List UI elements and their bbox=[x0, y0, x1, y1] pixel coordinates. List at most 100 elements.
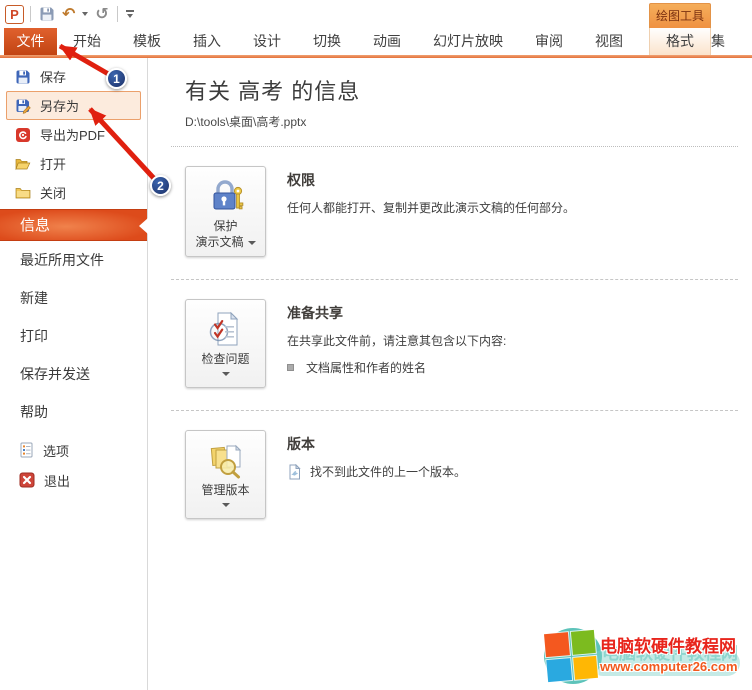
save-as-icon bbox=[16, 99, 31, 114]
dropdown-arrow-icon bbox=[221, 503, 230, 507]
dropdown-arrow-icon bbox=[247, 241, 256, 245]
check-issues-icon bbox=[207, 307, 245, 351]
chevron-down-icon bbox=[82, 12, 89, 16]
sidebar-item-label: 信息 bbox=[20, 217, 51, 234]
tab-transitions[interactable]: 切换 bbox=[297, 28, 357, 55]
section-permissions: 保护 演示文稿 权限 任何人都能打开、复制并更改此演示文稿的任何部分。 bbox=[185, 147, 738, 279]
backstage-view: 保存 另存为 导出为PDF 打开 关闭 信息 最近所用文件 新建 打印 保存并发… bbox=[0, 58, 752, 690]
sidebar-item-label: 退出 bbox=[44, 473, 71, 489]
undo-icon: ↶ bbox=[62, 4, 76, 23]
section-heading: 版本 bbox=[287, 436, 315, 452]
section-versions: 管理版本 版本 找不到此文件的上一个版本。 bbox=[185, 411, 738, 541]
page-title: 有关 高考 的信息 bbox=[185, 79, 361, 104]
qat-save-button[interactable] bbox=[37, 3, 57, 25]
section-heading: 权限 bbox=[287, 172, 315, 188]
sidebar-footer: 选项 退出 bbox=[0, 435, 147, 495]
sidebar-item-label: 保存 bbox=[40, 70, 67, 85]
tab-template[interactable]: 模板 bbox=[117, 28, 177, 55]
button-label: 检查问题 bbox=[201, 352, 250, 366]
sidebar-item-recent[interactable]: 最近所用文件 bbox=[0, 241, 147, 279]
options-icon bbox=[20, 442, 33, 458]
open-folder-icon bbox=[15, 158, 31, 170]
bullet-square-icon bbox=[287, 364, 294, 371]
divider bbox=[30, 6, 31, 22]
watermark-site-url: www.computer26.com bbox=[600, 659, 738, 675]
sidebar-item-help[interactable]: 帮助 bbox=[0, 393, 147, 431]
tab-format[interactable]: 格式 bbox=[649, 28, 711, 55]
save-icon bbox=[40, 7, 54, 21]
powerpoint-app-icon[interactable]: P bbox=[5, 4, 24, 24]
check-issues-button[interactable]: 检查问题 bbox=[185, 299, 266, 388]
protect-presentation-icon bbox=[207, 174, 245, 218]
manage-versions-icon bbox=[207, 438, 245, 482]
close-folder-icon bbox=[15, 187, 31, 198]
sidebar-item-new[interactable]: 新建 bbox=[0, 279, 147, 317]
qat-redo-button[interactable]: ↺ bbox=[93, 3, 110, 25]
info-pane: 有关 高考 的信息 D:\tools\桌面\高考.pptx 保护 演示文稿 权限… bbox=[148, 58, 752, 690]
callout-badge-1: 1 bbox=[106, 68, 127, 89]
sidebar-item-options[interactable]: 选项 bbox=[0, 435, 147, 465]
dropdown-arrow-icon bbox=[221, 372, 230, 376]
sidebar-item-open[interactable]: 打开 bbox=[6, 149, 141, 178]
section-body: 任何人都能打开、复制并更改此演示文稿的任何部分。 bbox=[287, 201, 576, 215]
watermark-logo: 电脑软硬件教程网 电脑软硬件教程网 www.computer26.com bbox=[538, 624, 750, 688]
tab-home[interactable]: 开始 bbox=[57, 28, 117, 55]
callout-badge-2: 2 bbox=[150, 175, 171, 196]
tab-animations[interactable]: 动画 bbox=[357, 28, 417, 55]
sidebar-item-label: 另存为 bbox=[40, 99, 80, 114]
section-text: 权限 任何人都能打开、复制并更改此演示文稿的任何部分。 bbox=[287, 166, 575, 257]
powerpoint-window: P ↶ ↺ 文件 开始 模板 插入 设计 切换 动画 幻灯片放映 审阅 视图 绘… bbox=[0, 0, 752, 690]
tab-slideshow[interactable]: 幻灯片放映 bbox=[417, 28, 519, 55]
tab-view[interactable]: 视图 bbox=[579, 28, 639, 55]
section-text: 版本 找不到此文件的上一个版本。 bbox=[287, 430, 466, 519]
protect-presentation-button[interactable]: 保护 演示文稿 bbox=[185, 166, 266, 257]
section-body: 在共享此文件前，请注意其包含以下内容: bbox=[287, 334, 507, 348]
qat-undo-dropdown[interactable] bbox=[80, 3, 90, 25]
sidebar-item-save-as[interactable]: 另存为 bbox=[6, 91, 141, 120]
qat-customize-button[interactable] bbox=[124, 3, 136, 25]
title-bar: P ↶ ↺ 文件 开始 模板 插入 设计 切换 动画 幻灯片放映 审阅 视图 绘… bbox=[0, 0, 752, 58]
file-path: D:\tools\桌面\高考.pptx bbox=[185, 115, 307, 129]
redo-icon: ↺ bbox=[95, 4, 109, 23]
sidebar-item-print[interactable]: 打印 bbox=[0, 317, 147, 355]
sidebar-item-label: 选项 bbox=[43, 443, 70, 459]
manage-versions-button[interactable]: 管理版本 bbox=[185, 430, 266, 519]
selected-item-notch bbox=[139, 218, 148, 234]
sidebar-item-exit[interactable]: 退出 bbox=[0, 465, 147, 495]
sidebar-item-info[interactable]: 信息 bbox=[0, 209, 148, 241]
version-note: 找不到此文件的上一个版本。 bbox=[287, 463, 466, 480]
version-document-icon bbox=[289, 463, 301, 479]
section-prepare-sharing: 检查问题 准备共享 在共享此文件前，请注意其包含以下内容: 文档属性和作者的姓名 bbox=[185, 280, 738, 410]
tab-review[interactable]: 审阅 bbox=[519, 28, 579, 55]
customize-toolbar-icon bbox=[125, 10, 134, 18]
contextual-group-drawing-tools: 绘图工具 bbox=[649, 3, 711, 28]
version-note-label: 找不到此文件的上一个版本。 bbox=[310, 465, 467, 479]
tab-file[interactable]: 文件 bbox=[4, 28, 57, 55]
save-icon bbox=[16, 70, 30, 83]
section-heading: 准备共享 bbox=[287, 305, 343, 321]
sidebar-item-export-pdf[interactable]: 导出为PDF bbox=[6, 120, 141, 149]
sharing-item: 文档属性和作者的姓名 bbox=[287, 359, 506, 376]
sidebar-item-close[interactable]: 关闭 bbox=[6, 178, 141, 207]
divider bbox=[116, 6, 118, 22]
pdf-export-icon bbox=[16, 127, 30, 142]
tab-design[interactable]: 设计 bbox=[237, 28, 297, 55]
button-label: 保护 bbox=[213, 219, 238, 233]
qat-undo-button[interactable]: ↶ bbox=[60, 3, 77, 25]
sidebar-item-label: 导出为PDF bbox=[40, 128, 106, 143]
exit-icon bbox=[19, 472, 35, 488]
watermark-site-name: 电脑软硬件教程网 bbox=[600, 637, 736, 656]
sidebar-item-save-and-send[interactable]: 保存并发送 bbox=[0, 355, 147, 393]
sidebar-item-label: 关闭 bbox=[40, 186, 67, 201]
ribbon-tab-bar: 文件 开始 模板 插入 设计 切换 动画 幻灯片放映 审阅 视图 PDF工具集 bbox=[4, 28, 741, 55]
button-label: 管理版本 bbox=[201, 483, 250, 497]
section-text: 准备共享 在共享此文件前，请注意其包含以下内容: 文档属性和作者的姓名 bbox=[287, 299, 506, 388]
button-label: 演示文稿 bbox=[195, 234, 256, 250]
tab-insert[interactable]: 插入 bbox=[177, 28, 237, 55]
quick-access-toolbar: P ↶ ↺ bbox=[0, 0, 752, 28]
sidebar-item-label: 打开 bbox=[40, 157, 67, 172]
windows-flag-icon bbox=[544, 629, 598, 683]
sharing-item-label: 文档属性和作者的姓名 bbox=[306, 361, 427, 375]
app-icon-letter: P bbox=[10, 6, 19, 22]
backstage-sidebar: 保存 另存为 导出为PDF 打开 关闭 信息 最近所用文件 新建 打印 保存并发… bbox=[0, 58, 148, 690]
